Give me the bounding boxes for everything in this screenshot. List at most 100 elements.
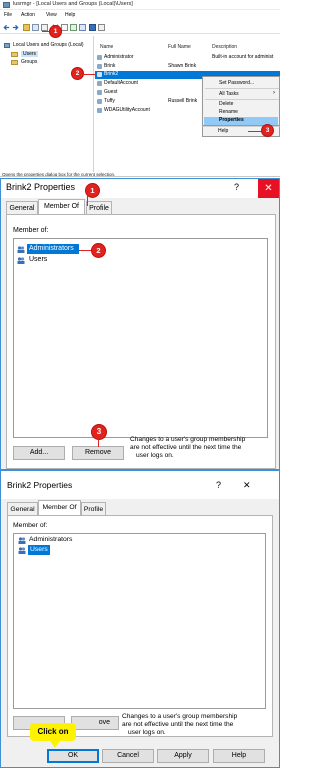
member-of-list[interactable] xyxy=(13,238,268,438)
menu-item-properties[interactable]: Properties xyxy=(219,117,244,123)
tree-item-users[interactable]: Users xyxy=(21,51,39,57)
menu-view[interactable]: View xyxy=(46,12,57,18)
column-name[interactable]: Name xyxy=(100,44,113,50)
user-icon xyxy=(97,72,102,77)
ok-button[interactable]: OK xyxy=(47,749,99,763)
title-bar: lusrmgr - [Local Users and Groups (Local… xyxy=(0,0,280,10)
tree-root[interactable]: Local Users and Groups (Local) xyxy=(13,42,84,48)
dialog-title-bar: Brink2 Properties ? ✕ xyxy=(1,179,279,198)
list-item-full-name: Russell Brink xyxy=(168,98,198,104)
membership-note: Changes to a user's group membership are… xyxy=(130,436,246,459)
back-icon[interactable] xyxy=(3,24,10,31)
context-menu: Set Password... All Tasks › Delete Renam… xyxy=(202,76,280,126)
show-tree-icon[interactable] xyxy=(32,24,39,31)
dialog-title: Brink2 Properties xyxy=(6,182,76,192)
status-text: Opens the properties dialog box for the … xyxy=(2,172,116,177)
list-item-description: Built-in account for administ xyxy=(212,54,274,60)
member-item-users[interactable]: Users xyxy=(30,546,48,553)
add-button[interactable]: Add... xyxy=(13,446,65,460)
annotation-step-2: 2 xyxy=(72,68,83,79)
member-of-label: Member of: xyxy=(13,227,49,234)
user-icon xyxy=(97,81,102,86)
users-folder-icon xyxy=(11,52,18,57)
export-icon[interactable] xyxy=(79,24,86,31)
annotation-step-3: 3 xyxy=(92,425,106,439)
list-item-name[interactable]: Brink xyxy=(104,63,115,69)
dialog-title: Brink2 Properties xyxy=(7,480,73,490)
user-icon xyxy=(97,90,102,95)
window-title: lusrmgr - [Local Users and Groups (Local… xyxy=(13,1,133,7)
close-icon[interactable]: ✕ xyxy=(243,480,251,491)
group-icon xyxy=(18,547,26,554)
menu-item-set-password[interactable]: Set Password... xyxy=(219,80,254,86)
apply-button[interactable]: Apply xyxy=(157,749,209,763)
status-bar: Opens the properties dialog box for the … xyxy=(0,172,280,177)
column-description[interactable]: Description xyxy=(212,44,237,50)
menu-item-all-tasks[interactable]: All Tasks xyxy=(219,91,239,97)
user-icon xyxy=(97,55,102,60)
tab-general[interactable]: General xyxy=(7,502,38,515)
groups-folder-icon xyxy=(11,60,18,65)
list-item-full-name: Shawn Brink xyxy=(168,63,197,69)
properties-dialog: Brink2 Properties ? ✕ General Member Of … xyxy=(0,178,280,470)
menu-file[interactable]: File xyxy=(4,12,12,18)
dialog-body: General Member Of Profile Member of: Adm… xyxy=(1,198,279,469)
menu-help[interactable]: Help xyxy=(65,12,75,18)
forward-icon[interactable] xyxy=(12,24,19,31)
app-icon xyxy=(3,2,10,8)
tab-profile[interactable]: Profile xyxy=(86,201,112,214)
list-item-name[interactable]: Administrator xyxy=(104,54,133,60)
copy-icon[interactable] xyxy=(41,24,48,31)
member-item-administrators[interactable]: Administrators xyxy=(29,536,72,543)
user-icon xyxy=(97,64,102,69)
menu-action[interactable]: Action xyxy=(21,12,35,18)
user-icon xyxy=(97,99,102,104)
annotation-step-2: 2 xyxy=(92,244,105,257)
tab-general[interactable]: General xyxy=(6,201,38,214)
submenu-arrow-icon: › xyxy=(273,90,275,96)
menu-item-help[interactable]: Help xyxy=(218,128,228,134)
help-icon[interactable] xyxy=(89,24,96,31)
close-icon[interactable]: ✕ xyxy=(258,179,279,198)
annotation-arrow xyxy=(248,131,263,132)
member-of-list[interactable] xyxy=(13,533,266,709)
tab-member-of[interactable]: Member Of xyxy=(38,199,85,214)
lusrmgr-window: lusrmgr - [Local Users and Groups (Local… xyxy=(0,0,280,177)
help-button[interactable]: ? xyxy=(234,182,239,192)
list-item-name[interactable]: WDAGUtilityAccount xyxy=(104,107,150,113)
menu-item-delete[interactable]: Delete xyxy=(219,101,233,107)
view-icon[interactable] xyxy=(98,24,105,31)
remove-button[interactable]: ove xyxy=(71,716,119,730)
group-icon xyxy=(18,537,26,544)
member-of-label: Member of: xyxy=(13,522,48,529)
annotation-arrow xyxy=(84,74,95,75)
list-item-name[interactable]: Tuffy xyxy=(104,98,115,104)
menu-separator xyxy=(205,88,279,89)
tab-profile[interactable]: Profile xyxy=(81,502,106,515)
list-item-name[interactable]: DefaultAccount xyxy=(104,80,138,86)
dialog-title-bar: Brink2 Properties ? ✕ xyxy=(1,471,279,499)
help-button[interactable]: ? xyxy=(216,480,221,490)
tab-member-of[interactable]: Member Of xyxy=(38,500,81,515)
console-tree: Local Users and Groups (Local) Users Gro… xyxy=(0,36,94,172)
properties-icon[interactable] xyxy=(61,24,68,31)
group-icon xyxy=(17,257,25,264)
up-folder-icon[interactable] xyxy=(23,24,30,31)
cancel-button[interactable]: Cancel xyxy=(102,749,154,763)
remove-button-label: ove xyxy=(98,719,110,726)
toolbar xyxy=(0,21,280,34)
group-icon xyxy=(17,246,25,253)
menu-item-rename[interactable]: Rename xyxy=(219,109,238,115)
tree-item-groups[interactable]: Groups xyxy=(21,59,37,65)
menu-separator xyxy=(205,99,279,100)
member-item-administrators[interactable]: Administrators xyxy=(29,245,74,252)
list-item-name-selected[interactable]: Brink2 xyxy=(104,71,118,77)
refresh-icon[interactable] xyxy=(70,24,77,31)
list-item-name[interactable]: Guest xyxy=(104,89,117,95)
annotation-arrow xyxy=(42,31,50,32)
member-item-users[interactable]: Users xyxy=(29,256,47,263)
click-on-callout: Click on xyxy=(30,723,76,741)
help-button[interactable]: Help xyxy=(213,749,265,763)
remove-button[interactable]: Remove xyxy=(72,446,124,460)
column-full-name[interactable]: Full Name xyxy=(168,44,191,50)
